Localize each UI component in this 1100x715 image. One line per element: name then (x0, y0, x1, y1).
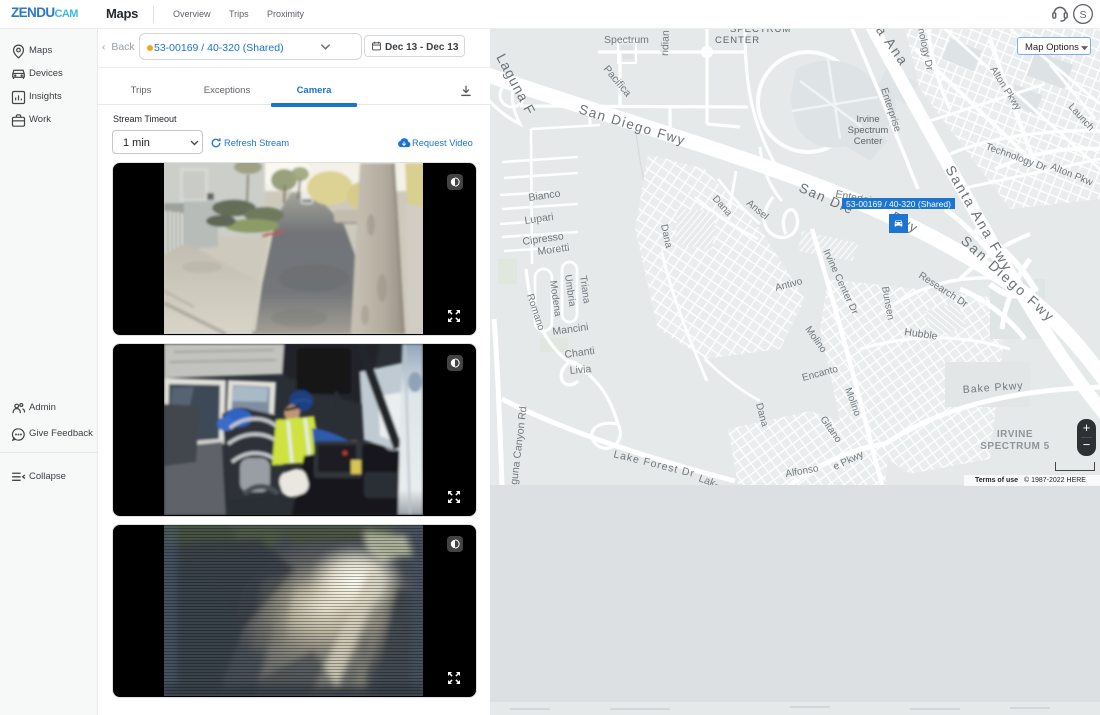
svg-text:ridian: ridian (659, 30, 672, 56)
svg-text:S: S (1079, 9, 1086, 21)
svg-text:Irvine: Irvine (856, 114, 879, 125)
svg-text:Spectrum: Spectrum (604, 34, 649, 46)
svg-text:Center: Center (854, 136, 883, 147)
svg-text:Spectrum: Spectrum (848, 125, 889, 136)
svg-text:SPECTRUM 5: SPECTRUM 5 (980, 441, 1049, 452)
svg-text:Livia: Livia (569, 363, 592, 377)
svg-text:CENTER: CENTER (715, 35, 760, 46)
svg-text:IRVINE: IRVINE (997, 429, 1033, 440)
